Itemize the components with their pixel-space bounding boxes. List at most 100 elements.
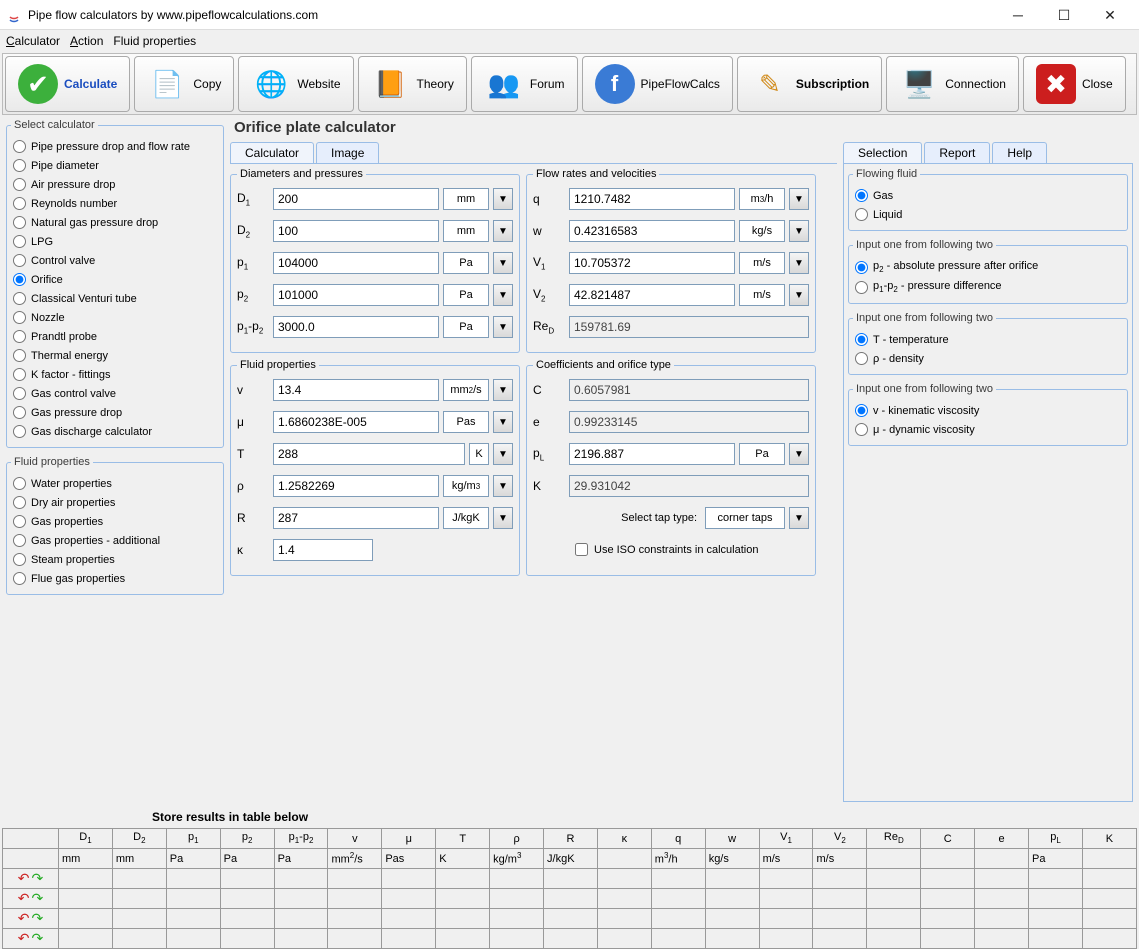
tab-report[interactable]: Report <box>924 142 990 163</box>
input-rho[interactable] <box>273 475 439 497</box>
copy-button[interactable]: 📄 Copy <box>134 56 234 112</box>
calc-radio[interactable]: Control valve <box>11 251 219 270</box>
unit-p2-dropdown[interactable]: ▼ <box>493 284 513 306</box>
unit-mu-dropdown[interactable]: ▼ <box>493 411 513 433</box>
unit-R-dropdown[interactable]: ▼ <box>493 507 513 529</box>
panel-flow: Flow rates and velocities qm3/h▼ wkg/s▼ … <box>526 168 816 353</box>
tab-image[interactable]: Image <box>316 142 379 163</box>
select-calculator-legend: Select calculator <box>11 119 98 131</box>
radio-mu[interactable]: μ - dynamic viscosity <box>853 420 1123 439</box>
theory-button[interactable]: 📙 Theory <box>358 56 467 112</box>
calc-radio[interactable]: Thermal energy <box>11 346 219 365</box>
calc-radio[interactable]: Natural gas pressure drop <box>11 213 219 232</box>
fluid-radio[interactable]: Water properties <box>11 474 219 493</box>
calc-radio[interactable]: Air pressure drop <box>11 175 219 194</box>
fluid-radio[interactable]: Gas properties - additional <box>11 531 219 550</box>
calc-radio[interactable]: Pipe pressure drop and flow rate <box>11 137 219 156</box>
minimize-button[interactable]: ─ <box>995 1 1041 29</box>
unit-D1-dropdown[interactable]: ▼ <box>493 188 513 210</box>
screens-icon: 🖥️ <box>899 64 939 104</box>
website-button[interactable]: 🌐 Website <box>238 56 353 112</box>
unit-p1-dropdown[interactable]: ▼ <box>493 252 513 274</box>
input-p1[interactable] <box>273 252 439 274</box>
fluid-radio[interactable]: Steam properties <box>11 550 219 569</box>
input-w[interactable] <box>569 220 735 242</box>
radio-rho[interactable]: ρ - density <box>853 349 1123 368</box>
fluid-radio[interactable]: Gas properties <box>11 512 219 531</box>
forum-button[interactable]: 👥 Forum <box>471 56 578 112</box>
row-store-buttons[interactable]: ↶↷ <box>6 871 55 885</box>
row-store-buttons[interactable]: ↶↷ <box>6 931 55 945</box>
radio-nu[interactable]: v - kinematic viscosity <box>853 401 1123 420</box>
input-D2[interactable] <box>273 220 439 242</box>
calc-radio[interactable]: K factor - fittings <box>11 365 219 384</box>
unit-T-dropdown[interactable]: ▼ <box>493 443 513 465</box>
unit-T: K <box>469 443 489 465</box>
connection-button[interactable]: 🖥️ Connection <box>886 56 1019 112</box>
input-V1[interactable] <box>569 252 735 274</box>
calc-radio[interactable]: Reynolds number <box>11 194 219 213</box>
input-p2[interactable] <box>273 284 439 306</box>
unit-rho-dropdown[interactable]: ▼ <box>493 475 513 497</box>
input-nu[interactable] <box>273 379 439 401</box>
table-header: D2 <box>112 829 166 849</box>
input-mu[interactable] <box>273 411 439 433</box>
table-row: ↶↷ <box>3 909 1137 929</box>
table-unit-header: Pas <box>382 849 436 869</box>
input-dp[interactable] <box>273 316 439 338</box>
calc-radio[interactable]: Gas discharge calculator <box>11 422 219 441</box>
unit-w-dropdown[interactable]: ▼ <box>789 220 809 242</box>
calc-radio[interactable]: Nozzle <box>11 308 219 327</box>
input-R[interactable] <box>273 507 439 529</box>
calc-radio[interactable]: Gas control valve <box>11 384 219 403</box>
menu-action[interactable]: Action <box>70 34 103 48</box>
calculate-button[interactable]: ✔ Calculate <box>5 56 130 112</box>
radio-liquid[interactable]: Liquid <box>853 205 1123 224</box>
iso-constraints-label: Use ISO constraints in calculation <box>594 544 758 556</box>
iso-constraints-checkbox[interactable] <box>575 543 588 556</box>
row-store-buttons[interactable]: ↶↷ <box>6 911 55 925</box>
unit-V2-dropdown[interactable]: ▼ <box>789 284 809 306</box>
input-V2[interactable] <box>569 284 735 306</box>
unit-nu-dropdown[interactable]: ▼ <box>493 379 513 401</box>
close-app-button[interactable]: ✖ Close <box>1023 56 1126 112</box>
radio-T[interactable]: T - temperature <box>853 330 1123 349</box>
input-D1[interactable] <box>273 188 439 210</box>
maximize-button[interactable]: ☐ <box>1041 1 1087 29</box>
unit-q-dropdown[interactable]: ▼ <box>789 188 809 210</box>
calc-radio[interactable]: Prandtl probe <box>11 327 219 346</box>
subscription-button[interactable]: ✎ Subscription <box>737 56 882 112</box>
input-q[interactable] <box>569 188 735 210</box>
table-unit-header <box>867 849 921 869</box>
input-T[interactable] <box>273 443 465 465</box>
pipeflowcalcs-button[interactable]: f PipeFlowCalcs <box>582 56 733 112</box>
row-store-buttons[interactable]: ↶↷ <box>6 891 55 905</box>
unit-V1-dropdown[interactable]: ▼ <box>789 252 809 274</box>
table-header: μ <box>382 829 436 849</box>
calc-radio[interactable]: Pipe diameter <box>11 156 219 175</box>
fluid-radio[interactable]: Flue gas properties <box>11 569 219 588</box>
calc-radio[interactable]: Orifice <box>11 270 219 289</box>
input-pL[interactable] <box>569 443 735 465</box>
tab-help[interactable]: Help <box>992 142 1047 163</box>
book-icon: 📙 <box>371 64 411 104</box>
globe-icon: 🌐 <box>251 64 291 104</box>
input-kappa[interactable] <box>273 539 373 561</box>
table-header: K <box>1082 829 1136 849</box>
calc-radio[interactable]: LPG <box>11 232 219 251</box>
fluid-radio[interactable]: Dry air properties <box>11 493 219 512</box>
unit-D2-dropdown[interactable]: ▼ <box>493 220 513 242</box>
tap-type-dropdown[interactable]: ▼ <box>789 507 809 529</box>
tab-calculator[interactable]: Calculator <box>230 142 314 163</box>
radio-p2[interactable]: p2 - absolute pressure after orifice <box>853 257 1123 277</box>
radio-gas[interactable]: Gas <box>853 186 1123 205</box>
radio-dp[interactable]: p1-p2 - pressure difference <box>853 277 1123 297</box>
calc-radio[interactable]: Classical Venturi tube <box>11 289 219 308</box>
tab-selection[interactable]: Selection <box>843 142 922 163</box>
unit-pL-dropdown[interactable]: ▼ <box>789 443 809 465</box>
calc-radio[interactable]: Gas pressure drop <box>11 403 219 422</box>
menu-fluid-properties[interactable]: Fluid properties <box>113 34 196 48</box>
unit-dp-dropdown[interactable]: ▼ <box>493 316 513 338</box>
menu-calculator[interactable]: Calculator <box>6 34 60 48</box>
close-button[interactable]: ✕ <box>1087 1 1133 29</box>
